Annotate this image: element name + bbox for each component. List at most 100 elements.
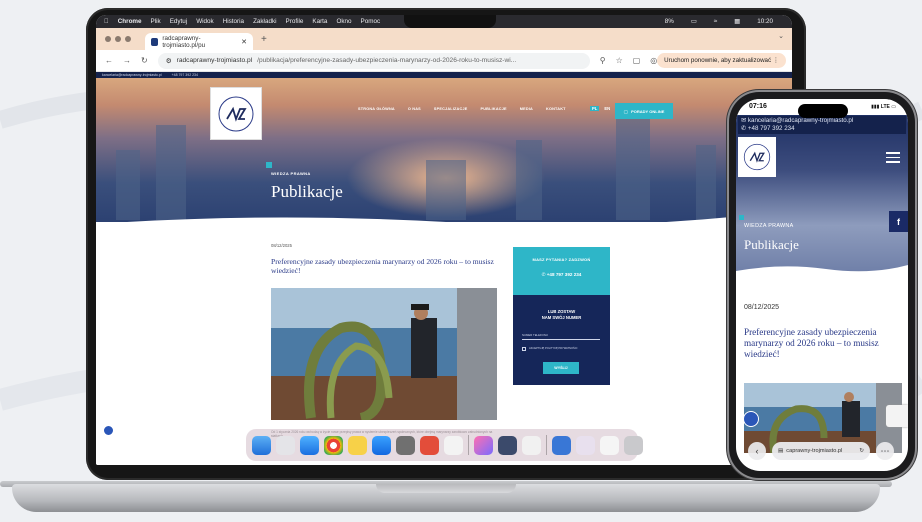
window-thumbnail-icon[interactable] xyxy=(600,435,619,455)
url-host: radcaprawny-trojmiasto.pl xyxy=(176,57,253,64)
minimize-window-button[interactable] xyxy=(115,36,121,42)
privacy-consent: AKCEPTUJĘ POLITYKĘ PRYWATNOŚCI xyxy=(522,347,602,351)
site-info-icon[interactable]: ⚙ xyxy=(166,57,172,65)
settings-icon[interactable] xyxy=(396,435,415,455)
nav-strona-glowna[interactable]: STRONA GŁÓWNA xyxy=(358,107,395,111)
phone-signal: ▮▮▮ LTE ▭ xyxy=(871,104,896,110)
send-button[interactable]: WYŚLIJ xyxy=(543,362,579,374)
relaunch-label: Uruchom ponownie, aby zaktualizować xyxy=(664,57,772,64)
reader-icon: ▤ xyxy=(778,448,784,454)
widget-phone[interactable]: ✆ +48 797 392 234 xyxy=(513,272,610,278)
topbar-email[interactable]: kancelaria@radcaprawny-trojmiasto.pl xyxy=(102,73,162,77)
chat-icon: ◯ xyxy=(623,108,629,114)
folder-icon[interactable] xyxy=(576,435,595,455)
app-store-icon[interactable] xyxy=(372,435,391,455)
launchpad-icon[interactable] xyxy=(276,435,295,455)
menu-plik[interactable]: Plik xyxy=(151,18,161,25)
phone-number-input[interactable]: NUMER TELEFONU xyxy=(522,333,600,340)
phone-email-text: kancelaria@radcaprawny-trojmiasto.pl xyxy=(747,117,854,124)
tab-title: radcaprawny-trojmiasto.pl/pu xyxy=(162,34,206,49)
phone-more-button[interactable]: ⋯ xyxy=(876,442,894,460)
phone-back-button[interactable]: ‹ xyxy=(748,442,766,460)
porady-label: PORADY ONLINE xyxy=(631,108,665,114)
close-tab-icon[interactable]: ✕ xyxy=(241,38,247,46)
photos-icon[interactable] xyxy=(474,435,493,455)
star-icon[interactable]: ☆ xyxy=(616,56,623,65)
downloads-icon[interactable] xyxy=(552,435,571,455)
hamburger-icon[interactable] xyxy=(886,152,900,166)
chrome-icon[interactable] xyxy=(324,435,343,455)
topbar-phone[interactable]: +48 797 392 234 xyxy=(172,73,198,77)
wifi-icon[interactable]: ≈ xyxy=(714,18,717,25)
tab-search-icon[interactable]: ⌄ xyxy=(778,32,784,40)
menu-karta[interactable]: Karta xyxy=(312,18,327,25)
textedit-icon[interactable] xyxy=(522,435,541,455)
phone-post-title[interactable]: Preferencyjne zasady ubezpieczenia maryn… xyxy=(744,327,898,360)
phone-accessibility-icon[interactable] xyxy=(743,411,759,427)
nav-publikacje[interactable]: PUBLIKACJE xyxy=(481,107,507,111)
nav-o-nas[interactable]: O NAS xyxy=(408,107,421,111)
phone-address-text: caprawny-trojmiasto.pl xyxy=(786,448,843,454)
facebook-icon[interactable]: f xyxy=(889,211,908,232)
trash-icon[interactable] xyxy=(624,435,643,455)
url-path: /publikacja/preferencyjne-zasady-ubezpie… xyxy=(257,57,517,64)
post-photo[interactable] xyxy=(271,288,497,420)
battery-icon[interactable]: ▭ xyxy=(691,18,697,25)
phone-post-date: 08/12/2025 xyxy=(744,304,780,311)
finder-icon[interactable] xyxy=(252,435,271,455)
lang-en[interactable]: EN xyxy=(604,106,610,111)
menubar-clock[interactable]: 10:20 xyxy=(757,18,773,25)
post-title[interactable]: Preferencyjne zasady ubezpieczenia maryn… xyxy=(271,257,499,276)
extensions-icon[interactable]: ▢ xyxy=(633,56,641,65)
preview-icon[interactable] xyxy=(498,435,517,455)
menu-okno[interactable]: Okno xyxy=(336,18,351,25)
recaptcha-badge[interactable] xyxy=(886,405,908,427)
menu-pomoc[interactable]: Pomoc xyxy=(361,18,381,25)
notes-icon[interactable] xyxy=(348,435,367,455)
phone-hero-title: Publikacje xyxy=(744,237,799,252)
menu-edytuj[interactable]: Edytuj xyxy=(170,18,188,25)
nav-media[interactable]: MEDIA xyxy=(520,107,533,111)
phone-wave xyxy=(736,265,908,281)
nav-specjalizacje[interactable]: SPECJALIZACJE xyxy=(434,107,468,111)
menu-widok[interactable]: Widok xyxy=(196,18,214,25)
reload-button[interactable]: ↻ xyxy=(141,56,148,65)
zoom-window-button[interactable] xyxy=(125,36,131,42)
phone-contact-bar: ✉ kancelaria@radcaprawny-trojmiasto.pl ✆… xyxy=(738,116,906,134)
apple-icon[interactable]:  xyxy=(104,18,109,25)
laptop-notch xyxy=(404,15,496,28)
safari-icon[interactable] xyxy=(300,435,319,455)
new-tab-button[interactable]: + xyxy=(261,34,267,45)
phone-logo[interactable] xyxy=(738,137,776,177)
close-window-button[interactable] xyxy=(105,36,111,42)
menu-profile[interactable]: Profile xyxy=(286,18,304,25)
back-button[interactable]: ← xyxy=(105,56,113,65)
main-nav: STRONA GŁÓWNA O NAS SPECJALIZACJE PUBLIK… xyxy=(358,107,566,111)
browser-tab[interactable]: radcaprawny-trojmiasto.pl/pu ✕ xyxy=(145,33,253,50)
phone-phone[interactable]: ✆ +48 797 392 234 xyxy=(738,125,906,133)
menu-historia[interactable]: Historia xyxy=(223,18,244,25)
phone-screen: 07:16 ▮▮▮ LTE ▭ ✉ kancelaria@radcaprawny… xyxy=(736,99,908,471)
slack-icon[interactable] xyxy=(444,435,463,455)
phone-address-bar[interactable]: ▤ caprawny-trojmiasto.pl ↻ xyxy=(772,442,870,460)
porady-online-button[interactable]: ◯ PORADY ONLINE xyxy=(615,103,673,119)
consent-checkbox[interactable] xyxy=(522,347,526,351)
widget-ask: MASZ PYTANIA? ZADZWOŃ xyxy=(532,257,591,262)
battery-percent: 8% xyxy=(664,18,674,25)
todoist-icon[interactable] xyxy=(420,435,439,455)
menu-zakladki[interactable]: Zakładki xyxy=(253,18,276,25)
nav-kontakt[interactable]: KONTAKT xyxy=(546,107,566,111)
site-logo[interactable] xyxy=(210,87,262,140)
phone-time: 07:16 xyxy=(749,103,767,110)
callback-widget: MASZ PYTANIA? ZADZWOŃ ✆ +48 797 392 234 … xyxy=(513,247,610,385)
lang-pl[interactable]: PL xyxy=(590,106,600,111)
zoom-search-icon[interactable]: ⚲ xyxy=(600,56,606,65)
forward-button[interactable]: → xyxy=(123,56,131,65)
relaunch-button[interactable]: Uruchom ponownie, aby zaktualizować ⋮ xyxy=(657,53,786,68)
phone-reload-icon[interactable]: ↻ xyxy=(859,448,864,454)
control-center-icon[interactable]: ▦ xyxy=(734,18,740,25)
accessibility-icon[interactable] xyxy=(103,425,114,436)
phone-email[interactable]: ✉ kancelaria@radcaprawny-trojmiasto.pl xyxy=(738,117,906,125)
address-bar[interactable]: ⚙ radcaprawny-trojmiasto.pl/publikacja/p… xyxy=(157,52,590,69)
menubar-app[interactable]: Chrome xyxy=(118,18,142,25)
